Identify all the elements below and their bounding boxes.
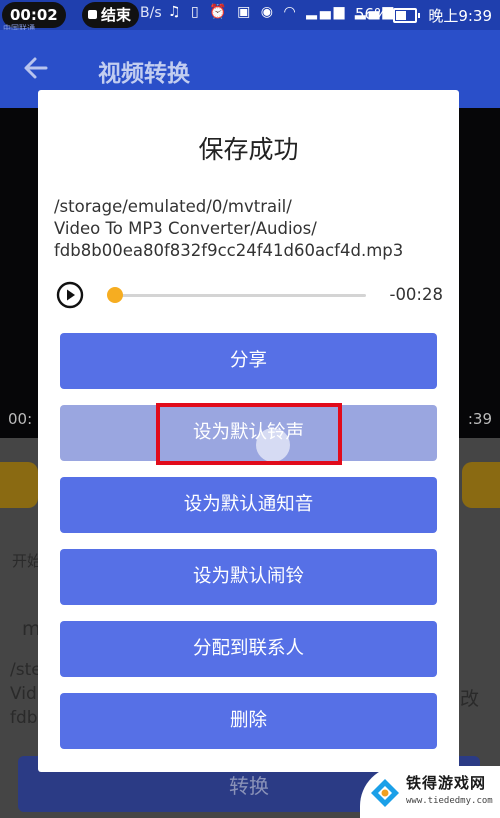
back-arrow-icon[interactable]: [22, 54, 50, 82]
screen-record-end-button[interactable]: 结束: [82, 2, 140, 28]
watermark-url: www.tiededmy.com: [406, 796, 493, 806]
path-prefix-2: Vid: [10, 684, 37, 704]
net-speed: B/s: [140, 5, 162, 21]
audio-seek-bar[interactable]: [116, 294, 366, 297]
remaining-time: -00:28: [389, 285, 443, 304]
headset-icon: ♫: [168, 4, 184, 20]
page-title: 视频转换: [98, 61, 190, 87]
record-end-label: 结束: [101, 6, 132, 24]
trim-handle-right: [462, 462, 500, 508]
stop-icon: [88, 10, 97, 19]
highlight-annotation-box: [156, 403, 342, 465]
wifi-icon: ◠: [283, 4, 299, 20]
site-watermark: 铁得游戏网 www.tiededmy.com: [360, 766, 500, 818]
dialog-title: 保存成功: [198, 135, 299, 164]
saved-file-path: /storage/emulated/0/mvtrail/ Video To MP…: [54, 196, 449, 262]
video-current-time: 00:: [8, 410, 33, 428]
share-button[interactable]: 分享: [60, 333, 437, 389]
status-bar: 00:02 结束 B/s ♫ ▯ ⏰ ▣ ◉ ◠ ▂▄▆ ▂▄▆ 56% 晚上9…: [0, 0, 500, 33]
path-prefix-3: fdb: [10, 708, 38, 728]
path-line: Video To MP3 Converter/Audios/: [54, 219, 317, 238]
vibrate-icon: ▯: [191, 4, 202, 20]
video-total-time: :39: [467, 410, 492, 428]
battery-percent: 56%: [355, 5, 389, 23]
signal-4g-icon: ▂▄▆: [306, 4, 348, 20]
set-alarm-button[interactable]: 设为默认闹铃: [60, 549, 437, 605]
save-success-dialog: 保存成功 /storage/emulated/0/mvtrail/ Video …: [38, 90, 459, 772]
watermark-name: 铁得游戏网: [406, 774, 487, 792]
delete-button[interactable]: 删除: [60, 693, 437, 749]
edit-path-link: 改: [460, 688, 480, 710]
eye-icon: ◉: [260, 4, 276, 20]
path-line: /storage/emulated/0/mvtrail/: [54, 197, 292, 216]
seek-thumb[interactable]: [107, 287, 123, 303]
hd-icon: ▣: [237, 4, 254, 20]
path-line: fdb8b00ea80f832f9cc24f41d60acf4d.mp3: [54, 241, 404, 260]
alarm-icon: ⏰: [209, 4, 230, 20]
play-icon[interactable]: [56, 281, 84, 309]
status-clock: 晚上9:39: [428, 7, 492, 25]
set-notification-button[interactable]: 设为默认通知音: [60, 477, 437, 533]
battery-icon: [393, 8, 420, 23]
trim-handle-left: [0, 462, 38, 508]
watermark-logo-icon: [371, 779, 399, 807]
path-prefix-1: /ste: [10, 660, 42, 680]
assign-contact-button[interactable]: 分配到联系人: [60, 621, 437, 677]
